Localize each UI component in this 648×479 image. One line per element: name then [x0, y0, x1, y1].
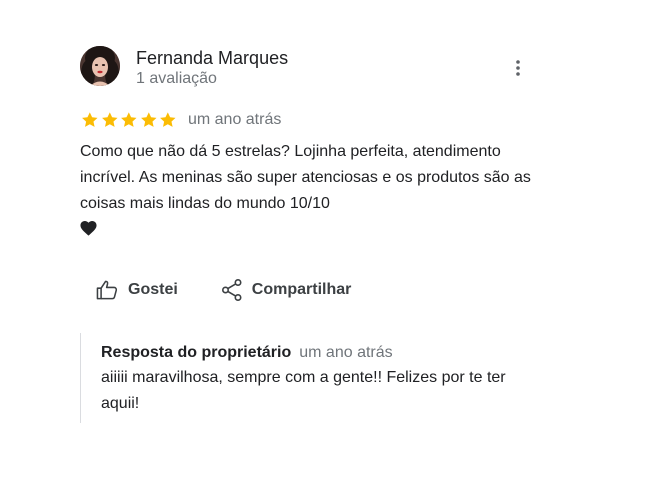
reply-owner-label: Resposta do proprietário: [101, 344, 292, 361]
share-button[interactable]: Compartilhar: [221, 279, 352, 301]
star-icon: [160, 112, 176, 127]
avatar[interactable]: [80, 46, 120, 86]
share-icon: [221, 279, 242, 301]
like-button[interactable]: Gostei: [96, 280, 178, 300]
reply-header: Resposta do proprietário um ano atrás: [101, 343, 540, 363]
black-heart-icon: [80, 221, 97, 236]
review-actions: Gostei Compartilhar: [96, 278, 351, 302]
reply-date: um ano atrás: [299, 344, 393, 361]
review-text: Como que não dá 5 estrelas? Lojinha perf…: [80, 139, 540, 243]
star-icon: [140, 112, 157, 127]
more-options-button[interactable]: [506, 56, 530, 80]
owner-reply: Resposta do proprietário um ano atrás aii…: [80, 333, 540, 423]
author-review-count: 1 avaliação: [136, 70, 217, 87]
more-vert-icon: [516, 60, 520, 76]
avatar-image: [80, 46, 120, 86]
star-icon: [82, 112, 98, 127]
review-card: Fernanda Marques 1 avaliação um ano atrá…: [0, 0, 648, 479]
thumbs-up-icon: [96, 280, 118, 300]
star-icon: [101, 112, 118, 127]
like-label: Gostei: [128, 281, 178, 298]
star-rating: [80, 111, 178, 129]
star-icon: [121, 112, 137, 127]
share-label: Compartilhar: [251, 281, 352, 298]
author-name[interactable]: Fernanda Marques: [136, 47, 288, 69]
review-body: Como que não dá 5 estrelas? Lojinha perf…: [80, 143, 531, 212]
rating-row: um ano atrás: [80, 110, 281, 130]
review-date: um ano atrás: [187, 111, 282, 128]
reply-text: aiiiii maravilhosa, sempre com a gente!!…: [101, 369, 506, 412]
